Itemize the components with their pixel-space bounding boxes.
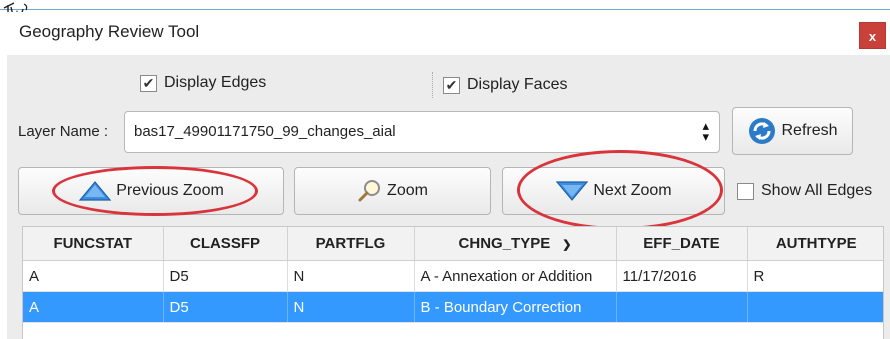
triangle-up-icon bbox=[78, 181, 112, 201]
refresh-label: Refresh bbox=[781, 122, 838, 139]
window-top-border bbox=[0, 9, 890, 10]
display-edges-label: Display Edges bbox=[164, 74, 267, 91]
cell-partflg: N bbox=[287, 260, 415, 292]
checkbox-box bbox=[737, 182, 754, 200]
column-header-funcstat[interactable]: FUNCSTAT bbox=[23, 227, 164, 261]
previous-zoom-label: Previous Zoom bbox=[116, 182, 224, 199]
column-header-classfp[interactable]: CLASSFP bbox=[163, 227, 288, 261]
column-header-authtype[interactable]: AUTHTYPE bbox=[747, 227, 883, 261]
column-header-chng-type[interactable]: CHNG_TYPE ❯ bbox=[414, 227, 617, 261]
checkmark-icon: ✔ bbox=[443, 76, 460, 94]
layer-name-label: Layer Name : bbox=[18, 123, 109, 140]
previous-zoom-button[interactable]: Previous Zoom bbox=[18, 167, 284, 215]
cell-chng-type: A - Annexation or Addition bbox=[414, 260, 617, 292]
column-header-eff-date[interactable]: EFF_DATE bbox=[616, 227, 748, 261]
triangle-down-icon bbox=[556, 181, 589, 201]
cell-classfp: D5 bbox=[163, 291, 288, 323]
chevron-down-icon: ❯ bbox=[562, 239, 572, 251]
attribute-table: FUNCSTAT CLASSFP PARTFLG CHNG_TYPE ❯ EFF_… bbox=[22, 226, 884, 339]
updown-arrows-icon: ▴ ▾ bbox=[702, 118, 709, 144]
layer-name-value: bas17_49901171750_99_changes_aial bbox=[134, 123, 396, 140]
layer-name-select[interactable]: bas17_49901171750_99_changes_aial ▴ ▾ bbox=[124, 111, 720, 153]
zoom-button[interactable]: Zoom bbox=[294, 167, 491, 215]
cell-funcstat: A bbox=[23, 291, 164, 323]
close-button[interactable]: x bbox=[859, 22, 886, 49]
cell-classfp: D5 bbox=[163, 260, 288, 292]
next-zoom-label: Next Zoom bbox=[593, 182, 672, 199]
refresh-button[interactable]: Refresh bbox=[732, 107, 853, 155]
display-faces-label: Display Faces bbox=[467, 76, 568, 93]
window-title: Geography Review Tool bbox=[19, 22, 200, 41]
chng-type-label: CHNG_TYPE bbox=[458, 235, 551, 252]
cell-authtype bbox=[747, 291, 883, 323]
cell-eff-date bbox=[616, 291, 748, 323]
toolbar-grip bbox=[432, 72, 435, 98]
checkmark-icon: ✔ bbox=[140, 74, 157, 92]
cell-funcstat: A bbox=[23, 260, 164, 292]
cell-authtype: R bbox=[747, 260, 883, 292]
cell-eff-date: 11/17/2016 bbox=[616, 260, 748, 292]
show-all-edges-label: Show All Edges bbox=[761, 182, 873, 199]
display-edges-checkbox[interactable]: ✔ Display Edges bbox=[140, 74, 266, 92]
next-zoom-button[interactable]: Next Zoom bbox=[502, 167, 725, 215]
show-all-edges-checkbox[interactable]: Show All Edges bbox=[737, 182, 872, 200]
table-header-row: FUNCSTAT CLASSFP PARTFLG CHNG_TYPE ❯ EFF_… bbox=[23, 227, 883, 261]
magnifier-icon bbox=[358, 180, 381, 202]
cell-chng-type: B - Boundary Correction bbox=[414, 291, 617, 323]
cell-partflg: N bbox=[287, 291, 415, 323]
table-row-selected[interactable]: A D5 N B - Boundary Correction bbox=[23, 291, 883, 323]
column-header-partflg[interactable]: PARTFLG bbox=[287, 227, 415, 261]
display-faces-checkbox[interactable]: ✔ Display Faces bbox=[432, 72, 567, 98]
refresh-icon bbox=[749, 118, 776, 144]
table-row[interactable]: A D5 N A - Annexation or Addition 11/17/… bbox=[23, 260, 883, 292]
zoom-label: Zoom bbox=[387, 182, 428, 199]
